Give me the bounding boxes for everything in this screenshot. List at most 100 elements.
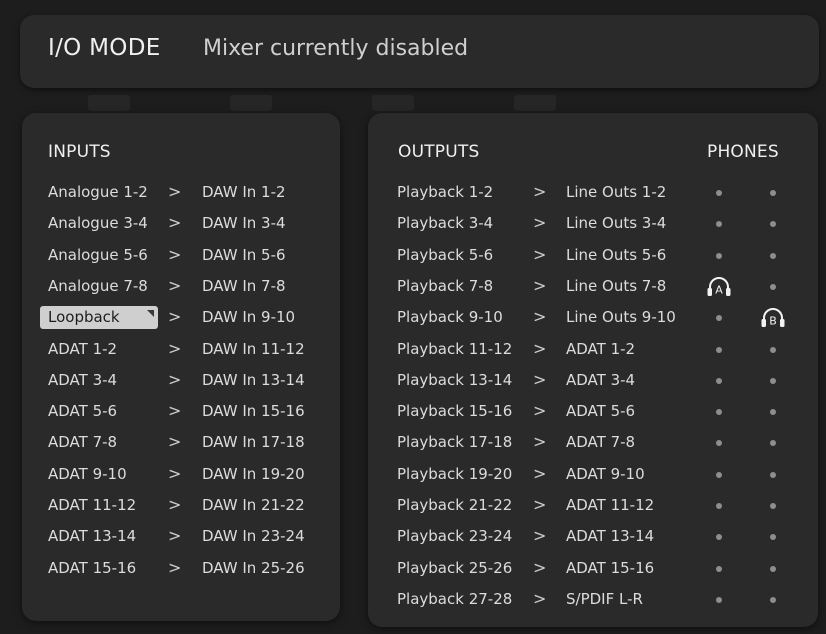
phones-a-toggle[interactable] bbox=[716, 471, 722, 478]
output-route-row[interactable]: Playback 1-2 > Line Outs 1-2 bbox=[368, 177, 818, 208]
phones-b-toggle[interactable] bbox=[770, 283, 776, 290]
phones-b-toggle[interactable] bbox=[770, 534, 776, 541]
phones-a-toggle[interactable] bbox=[716, 377, 722, 384]
headphone-a-icon[interactable]: A bbox=[706, 274, 732, 298]
playback-source-label[interactable]: Playback 5-6 bbox=[397, 246, 493, 264]
output-route-row[interactable]: Playback 3-4 > Line Outs 3-4 bbox=[368, 208, 818, 239]
input-source-label[interactable]: ADAT 5-6 bbox=[48, 402, 117, 420]
input-route-row[interactable]: ADAT 5-6 > DAW In 15-16 bbox=[22, 396, 340, 427]
phones-b-toggle[interactable] bbox=[770, 409, 776, 416]
playback-source-label[interactable]: Playback 15-16 bbox=[397, 402, 512, 420]
output-route-row[interactable]: Playback 13-14 > ADAT 3-4 bbox=[368, 365, 818, 396]
phones-a-toggle[interactable] bbox=[716, 221, 722, 228]
route-arrow-icon: > bbox=[533, 495, 547, 514]
playback-source-label[interactable]: Playback 7-8 bbox=[397, 277, 493, 295]
input-route-row[interactable]: ADAT 15-16 > DAW In 25-26 bbox=[22, 553, 340, 584]
route-arrow-icon: > bbox=[533, 244, 547, 264]
outputs-panel: OUTPUTS PHONES Playback 1-2 > Line Outs 1-… bbox=[368, 113, 818, 627]
input-source-label[interactable]: ADAT 9-10 bbox=[48, 465, 127, 483]
input-source-selected[interactable]: Loopback bbox=[40, 306, 158, 330]
phones-b-toggle[interactable] bbox=[770, 190, 776, 196]
input-route-row[interactable]: Loopback > DAW In 9-10 bbox=[22, 302, 340, 333]
phones-b-toggle[interactable] bbox=[770, 440, 776, 447]
playback-source-label[interactable]: Playback 23-24 bbox=[397, 527, 512, 545]
input-source-label[interactable]: ADAT 13-14 bbox=[48, 527, 136, 545]
input-source-label[interactable]: ADAT 15-16 bbox=[48, 559, 136, 577]
input-route-row[interactable]: Analogue 7-8 > DAW In 7-8 bbox=[22, 271, 340, 302]
phones-a-toggle[interactable] bbox=[716, 503, 722, 509]
input-route-row[interactable]: ADAT 1-2 > DAW In 11-12 bbox=[22, 334, 340, 365]
playback-source-label[interactable]: Playback 17-18 bbox=[397, 433, 512, 451]
input-source-label[interactable]: Analogue 3-4 bbox=[48, 214, 148, 232]
playback-source-label[interactable]: Playback 1-2 bbox=[397, 183, 493, 201]
phones-a-toggle[interactable] bbox=[716, 596, 722, 603]
headphone-b-icon[interactable]: B bbox=[760, 305, 786, 329]
playback-source-label[interactable]: Playback 21-22 bbox=[397, 496, 512, 514]
output-route-row[interactable]: Playback 15-16 > ADAT 5-6 bbox=[368, 396, 818, 427]
daw-input-label: DAW In 11-12 bbox=[202, 339, 305, 358]
phones-b-toggle[interactable] bbox=[770, 377, 776, 384]
input-route-row[interactable]: Analogue 1-2 > DAW In 1-2 bbox=[22, 177, 340, 208]
output-route-row[interactable]: Playback 23-24 > ADAT 13-14 bbox=[368, 521, 818, 552]
route-arrow-icon: > bbox=[168, 432, 182, 452]
output-destination-label: ADAT 13-14 bbox=[566, 527, 655, 546]
phones-a-toggle[interactable] bbox=[716, 252, 722, 259]
output-route-row[interactable]: Playback 19-20 > ADAT 9-10 bbox=[368, 459, 818, 490]
input-route-row[interactable]: ADAT 3-4 > DAW In 13-14 bbox=[22, 365, 340, 396]
playback-source-label[interactable]: Playback 11-12 bbox=[397, 340, 512, 358]
input-source-label[interactable]: Analogue 7-8 bbox=[48, 277, 148, 295]
input-route-row[interactable]: Analogue 5-6 > DAW In 5-6 bbox=[22, 240, 340, 271]
input-source-label[interactable]: ADAT 3-4 bbox=[48, 371, 117, 389]
output-route-row[interactable]: Playback 5-6 > Line Outs 5-6 bbox=[368, 240, 818, 271]
phones-b-toggle[interactable] bbox=[770, 596, 776, 603]
phones-b-toggle[interactable] bbox=[770, 503, 776, 509]
phones-b-toggle[interactable] bbox=[770, 471, 776, 478]
playback-source-label[interactable]: Playback 3-4 bbox=[397, 214, 493, 232]
playback-source-label[interactable]: Playback 13-14 bbox=[397, 371, 512, 389]
playback-source-label[interactable]: Playback 25-26 bbox=[397, 559, 512, 577]
output-route-row[interactable]: Playback 11-12 > ADAT 1-2 bbox=[368, 334, 818, 365]
input-source-label[interactable]: ADAT 1-2 bbox=[48, 340, 117, 358]
input-route-row[interactable]: ADAT 11-12 > DAW In 21-22 bbox=[22, 490, 340, 521]
output-route-row[interactable]: Playback 27-28 > S/PDIF L-R bbox=[368, 584, 818, 615]
output-route-row[interactable]: Playback 25-26 > ADAT 15-16 bbox=[368, 553, 818, 584]
phones-b-toggle[interactable] bbox=[770, 565, 776, 572]
mixer-status-text: Mixer currently disabled bbox=[203, 36, 469, 61]
output-destination-label: S/PDIF L-R bbox=[566, 589, 643, 608]
io-mode-title: I/O MODE bbox=[48, 35, 161, 61]
output-destination-label: ADAT 7-8 bbox=[566, 433, 636, 452]
phones-a-toggle[interactable] bbox=[716, 565, 722, 572]
route-arrow-icon: > bbox=[168, 213, 182, 233]
playback-source-label[interactable]: Playback 9-10 bbox=[397, 308, 503, 326]
phones-a-toggle[interactable] bbox=[716, 409, 722, 416]
output-route-row[interactable]: Playback 17-18 > ADAT 7-8 bbox=[368, 427, 818, 458]
phones-b-toggle[interactable] bbox=[770, 252, 776, 259]
input-source-label[interactable]: Analogue 5-6 bbox=[48, 246, 148, 264]
output-route-row[interactable]: Playback 9-10 > Line Outs 9-10 B bbox=[368, 302, 818, 333]
phones-b-toggle[interactable] bbox=[770, 221, 776, 228]
phones-a-toggle[interactable] bbox=[716, 315, 722, 322]
output-route-row[interactable]: Playback 21-22 > ADAT 11-12 bbox=[368, 490, 818, 521]
phones-b-toggle[interactable] bbox=[770, 346, 776, 353]
phones-a-toggle[interactable] bbox=[716, 534, 722, 541]
outputs-title: OUTPUTS bbox=[398, 142, 480, 162]
input-route-row[interactable]: Analogue 3-4 > DAW In 3-4 bbox=[22, 208, 340, 239]
route-arrow-icon: > bbox=[533, 557, 547, 577]
phones-a-toggle[interactable] bbox=[716, 346, 722, 353]
route-arrow-icon: > bbox=[168, 495, 182, 514]
background-ghost bbox=[372, 95, 414, 111]
input-route-row[interactable]: ADAT 7-8 > DAW In 17-18 bbox=[22, 427, 340, 458]
input-route-row[interactable]: ADAT 13-14 > DAW In 23-24 bbox=[22, 521, 340, 552]
playback-source-label[interactable]: Playback 27-28 bbox=[397, 590, 512, 608]
input-route-row[interactable]: ADAT 9-10 > DAW In 19-20 bbox=[22, 459, 340, 490]
input-source-label[interactable]: ADAT 7-8 bbox=[48, 433, 117, 451]
output-route-row[interactable]: Playback 7-8 > Line Outs 7-8 A bbox=[368, 271, 818, 302]
route-arrow-icon: > bbox=[533, 526, 547, 546]
input-source-label[interactable]: ADAT 11-12 bbox=[48, 496, 136, 514]
input-source-label[interactable]: Analogue 1-2 bbox=[48, 183, 148, 201]
route-arrow-icon: > bbox=[168, 182, 182, 201]
phones-a-toggle[interactable] bbox=[716, 190, 722, 196]
daw-input-label: DAW In 21-22 bbox=[202, 496, 305, 514]
phones-a-toggle[interactable] bbox=[716, 440, 722, 447]
playback-source-label[interactable]: Playback 19-20 bbox=[397, 465, 512, 483]
